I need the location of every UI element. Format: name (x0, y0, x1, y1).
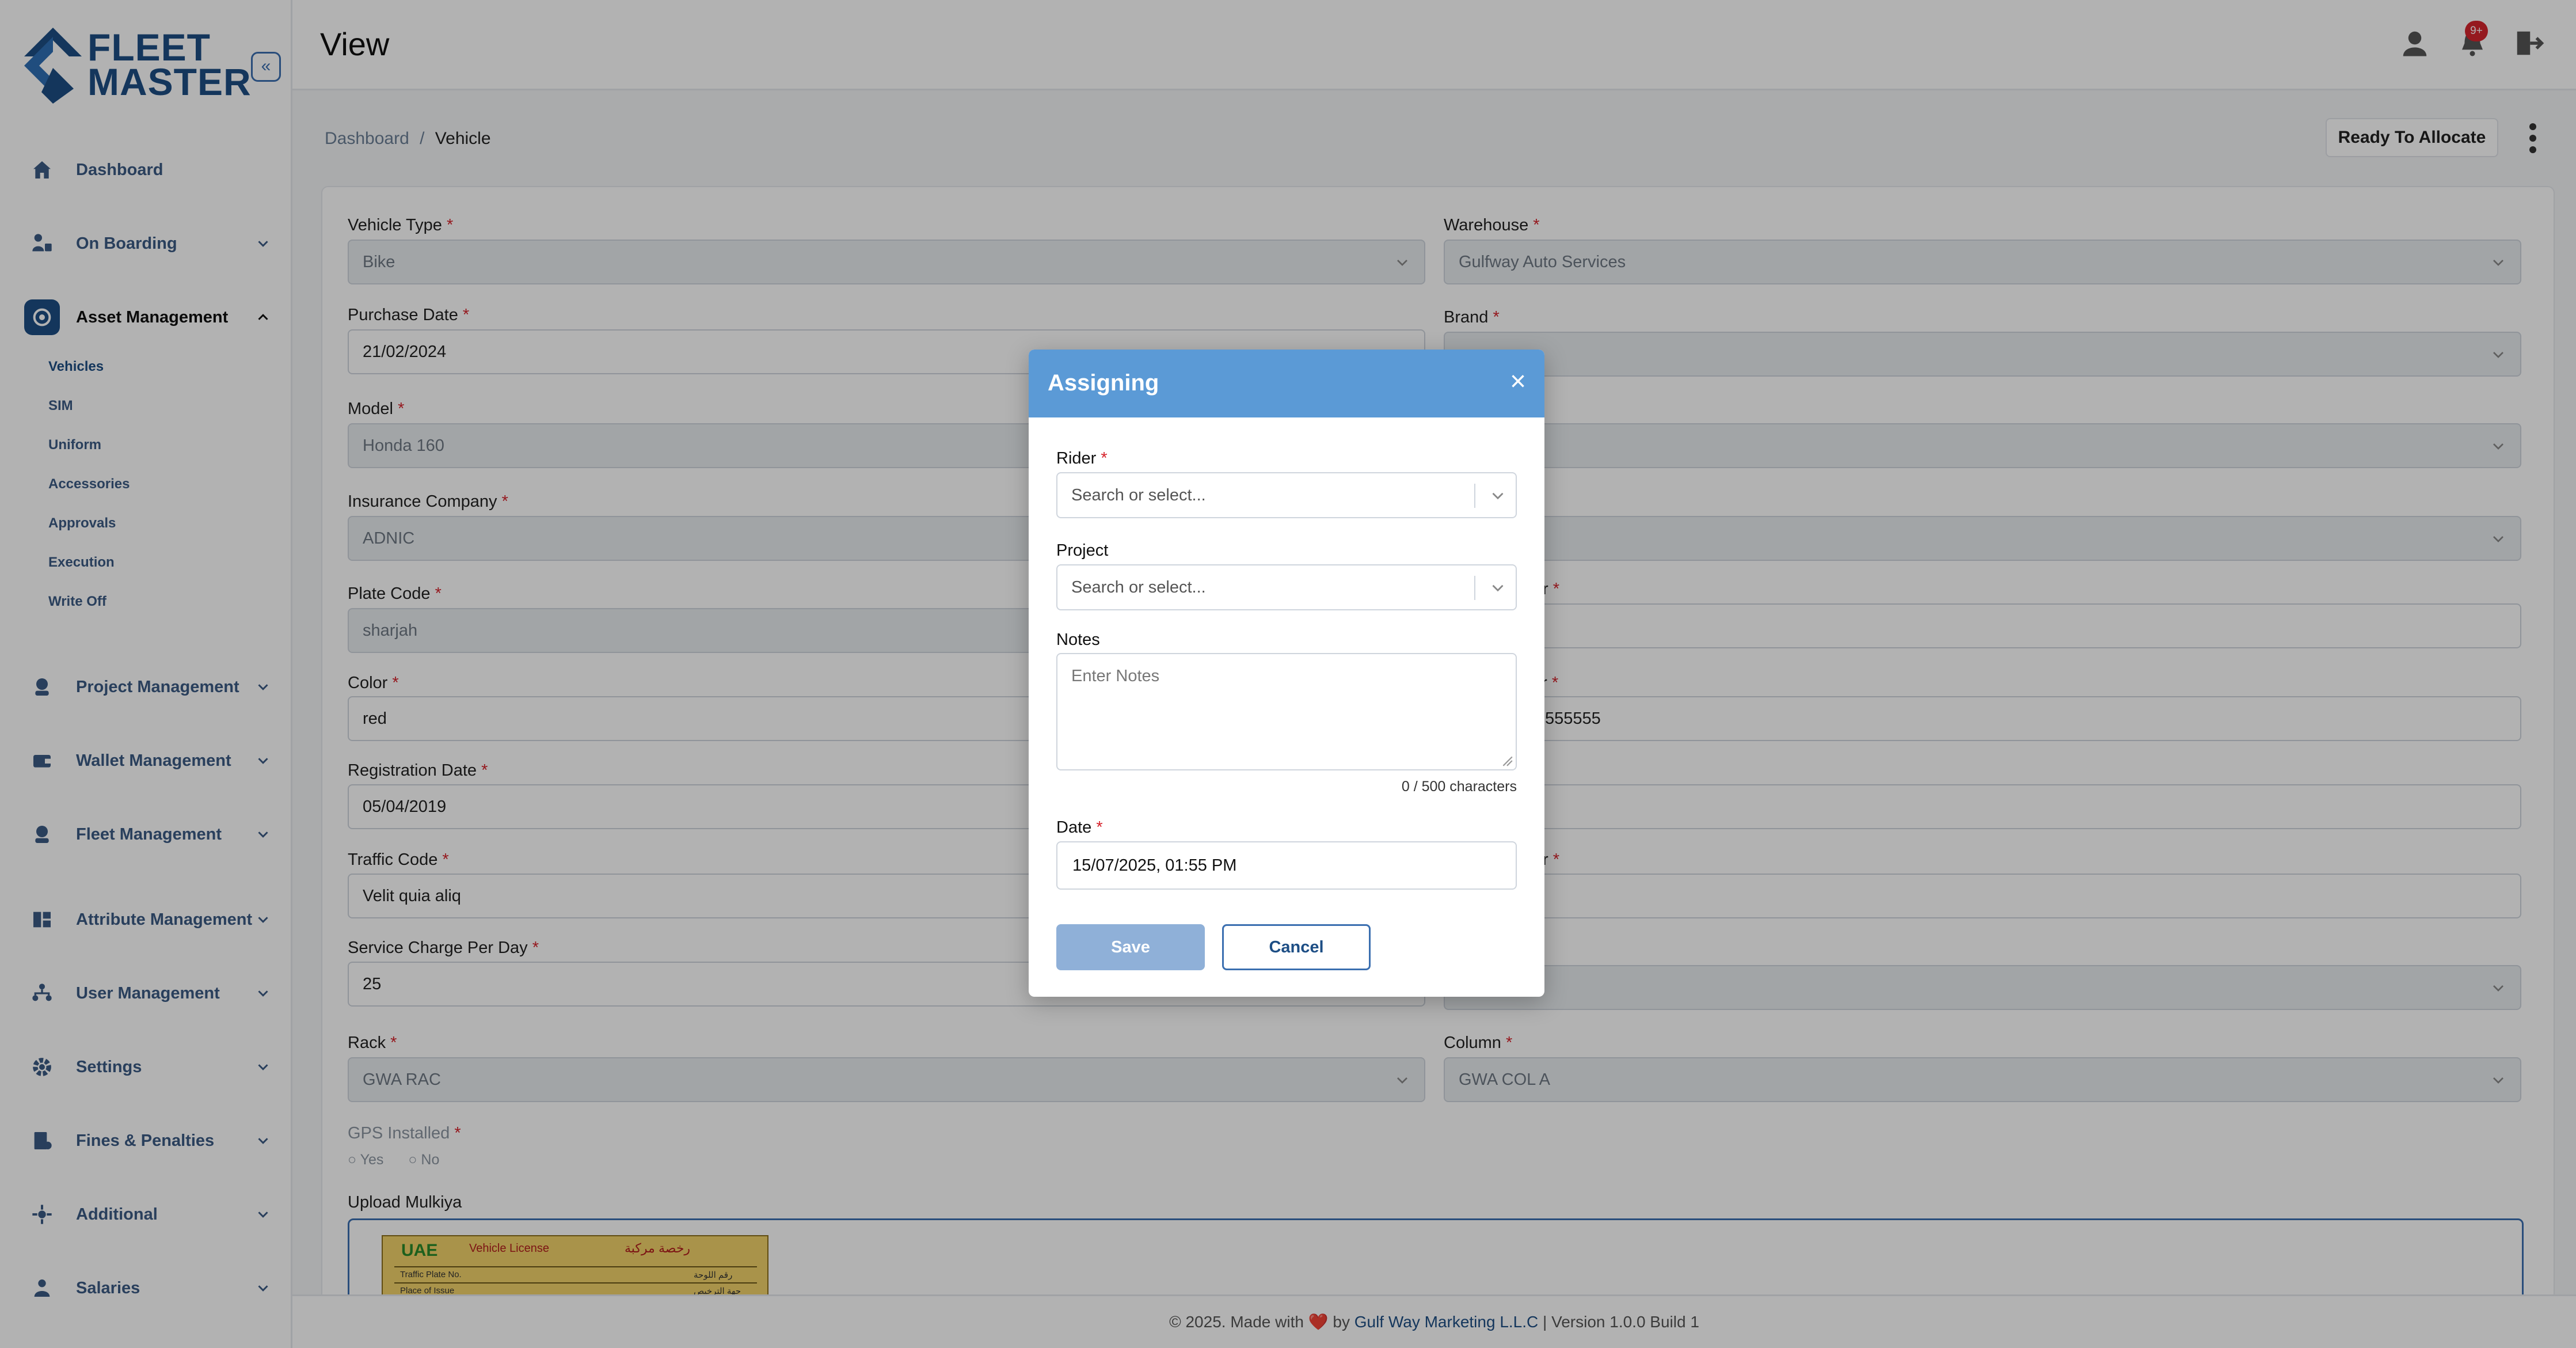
notes-textarea[interactable]: Enter Notes (1056, 653, 1517, 770)
date-field[interactable]: 15/07/2025, 01:55 PM (1056, 841, 1517, 890)
rider-select[interactable]: Search or select... (1056, 472, 1517, 518)
chevron-down-icon (1492, 492, 1504, 500)
save-button[interactable]: Save (1056, 924, 1205, 970)
notes-char-count: 0 / 500 characters (1401, 779, 1517, 795)
assigning-modal: Assigning × Rider * Search or select... … (1029, 350, 1544, 997)
rider-label: Rider * (1056, 449, 1108, 468)
app-root: FLEET MASTER « Dashboard On Boarding Ass… (0, 0, 2576, 1348)
cancel-button[interactable]: Cancel (1222, 924, 1371, 970)
date-label: Date * (1056, 818, 1103, 837)
notes-placeholder: Enter Notes (1071, 667, 1160, 685)
resize-grip-icon[interactable] (1501, 754, 1513, 767)
modal-header: Assigning × (1029, 350, 1544, 417)
select-separator (1474, 576, 1475, 600)
modal-title: Assigning (1048, 370, 1159, 396)
notes-label: Notes (1056, 631, 1100, 649)
project-placeholder: Search or select... (1071, 578, 1206, 597)
select-separator (1474, 484, 1475, 508)
chevron-down-icon (1492, 584, 1504, 592)
rider-placeholder: Search or select... (1071, 486, 1206, 504)
project-label: Project (1056, 541, 1109, 560)
close-icon[interactable]: × (1503, 368, 1533, 398)
project-select[interactable]: Search or select... (1056, 564, 1517, 610)
